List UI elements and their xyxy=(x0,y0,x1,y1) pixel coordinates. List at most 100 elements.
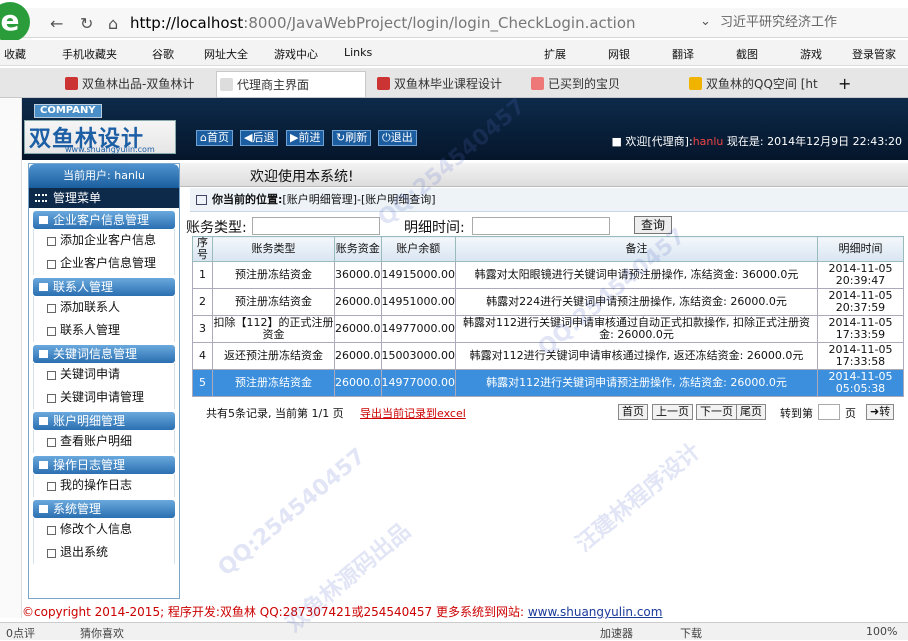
nav-home-button[interactable]: ⌂首页 xyxy=(196,130,233,146)
status-download[interactable]: 下载 xyxy=(680,625,702,641)
back-icon[interactable]: ← xyxy=(50,14,63,33)
welcome-status: ■ 欢迎[代理商]:hanlu 现在是: 2014年12月9日 22:43:20 xyxy=(611,135,903,148)
cell-remark: 韩露对112进行关键词申请预注册操作, 冻结资金: 26000.0元 xyxy=(454,369,818,397)
menu-group-header[interactable]: 操作日志管理 xyxy=(33,456,175,474)
bookmark-item[interactable]: 手机收藏夹 xyxy=(62,46,117,62)
bookmark-item[interactable]: 截图 xyxy=(736,46,758,62)
tab-item-active[interactable]: 代理商主界面 xyxy=(216,71,366,97)
status-comments[interactable]: 0点评 xyxy=(6,625,35,641)
cell-remark: 韩露对太阳眼镜进行关键词申请预注册操作, 冻结资金: 36000.0元 xyxy=(454,261,818,289)
nav-forward-button[interactable]: ▶前进 xyxy=(286,130,325,146)
tab-item[interactable]: 双鱼林的QQ空间 [ht xyxy=(686,71,826,97)
menu-item[interactable]: 退出系统 xyxy=(33,541,175,564)
export-excel-link[interactable]: 导出当前记录到excel xyxy=(360,405,466,421)
cell-balance: 14977000.00 xyxy=(380,315,456,343)
cell-time: 2014-11-05 20:39:47 xyxy=(816,261,904,289)
menu-item[interactable]: 添加企业客户信息 xyxy=(33,229,175,252)
breadcrumb: 你当前的位置:[账户明细管理]-[账户明细查询] xyxy=(190,188,908,212)
bookmark-item[interactable]: 游戏中心 xyxy=(274,46,318,62)
table-row[interactable]: 4 返还预注册冻结资金 26000.0 15003000.00 韩露对112进行关键词申… xyxy=(192,342,904,370)
menu-title: 管理菜单 xyxy=(29,188,179,208)
bookmark-item[interactable]: 谷歌 xyxy=(152,46,174,62)
menu-group-header[interactable]: 账户明细管理 xyxy=(33,412,175,430)
current-user-banner: 当前用户: hanlu xyxy=(29,164,179,188)
site-link[interactable]: www.shuangyulin.com xyxy=(528,605,663,619)
watermark: QQ:254540457 xyxy=(213,443,371,582)
status-like[interactable]: 猜你喜欢 xyxy=(80,625,124,641)
prev-page-button[interactable]: 上一页 xyxy=(652,404,693,420)
menu-item[interactable]: 添加联系人 xyxy=(33,296,175,319)
footer: ©copyright 2014-2015; 程序开发:双鱼林 QQ:287307… xyxy=(22,602,908,622)
dropdown-icon[interactable]: ⌄ xyxy=(700,14,711,29)
bookmark-item[interactable]: 网银 xyxy=(608,46,630,62)
menu-group-header[interactable]: 关键词信息管理 xyxy=(33,345,175,363)
menu-item[interactable]: 修改个人信息 xyxy=(33,518,175,541)
menu-item[interactable]: 查看账户明细 xyxy=(33,430,175,453)
cell-type: 返还预注册冻结资金 xyxy=(212,342,335,370)
url-host: http://localhost xyxy=(130,14,244,32)
table-row[interactable]: 3 扣除【112】的正式注册资金 26000.0 14977000.00 韩露对112进… xyxy=(192,315,904,343)
tab-item[interactable]: 双鱼林毕业课程设计 xyxy=(374,71,524,97)
menu-group: 操作日志管理 我的操作日志 xyxy=(33,456,175,497)
first-page-button[interactable]: 首页 xyxy=(618,404,648,420)
tab-label: 双鱼林出品-双鱼林计 xyxy=(82,77,195,91)
new-tab-icon[interactable]: + xyxy=(838,74,851,93)
next-page-button[interactable]: 下一页 xyxy=(696,404,737,420)
tab-item[interactable]: 已买到的宝贝 xyxy=(528,71,674,97)
cell-index: 5 xyxy=(192,369,213,397)
last-page-button[interactable]: 尾页 xyxy=(736,404,766,420)
page-number-field[interactable] xyxy=(818,404,840,420)
bookmark-item[interactable]: 翻译 xyxy=(672,46,694,62)
welcome-text: 欢迎使用本系统! xyxy=(250,169,354,185)
bookmark-item[interactable]: 登录管家 xyxy=(852,46,896,62)
bookmark-item[interactable]: 扩展 xyxy=(544,46,566,62)
bookmark-item[interactable]: Links xyxy=(344,46,372,59)
home-icon[interactable]: ⌂ xyxy=(108,14,118,33)
menu-group-header[interactable]: 企业客户信息管理 xyxy=(33,211,175,229)
goto-button[interactable]: ➜转 xyxy=(866,404,895,420)
nav-back-button[interactable]: ◀后退 xyxy=(240,130,279,146)
cell-time: 2014-11-05 20:37:59 xyxy=(816,288,904,316)
table-row[interactable]: 2 预注册冻结资金 26000.0 14951000.00 韩露对224进行关键词申请预… xyxy=(192,288,904,316)
column-header: 备注 xyxy=(454,236,818,262)
menu-item[interactable]: 我的操作日志 xyxy=(33,474,175,497)
table-row[interactable]: 1 预注册冻结资金 36000.0 14915000.00 韩露对太阳眼镜进行关键词申请… xyxy=(192,261,904,289)
menu-item[interactable]: 关键词申请管理 xyxy=(33,386,175,409)
left-rail xyxy=(0,98,22,618)
search-input[interactable]: 习近平研究经济工作 xyxy=(720,13,908,33)
nav-refresh-button[interactable]: ↻刷新 xyxy=(332,130,372,146)
current-username: hanlu xyxy=(692,135,724,148)
bookmark-item[interactable]: 网址大全 xyxy=(204,46,248,62)
menu-group-header[interactable]: 联系人管理 xyxy=(33,278,175,296)
tab-item[interactable]: 双鱼林出品-双鱼林计 xyxy=(62,71,212,97)
page-icon xyxy=(220,78,233,91)
url-field[interactable]: http://localhost:8000/JavaWebProject/log… xyxy=(130,12,650,34)
status-accelerator[interactable]: 加速器 xyxy=(600,625,633,641)
menu-item[interactable]: 企业客户信息管理 xyxy=(33,252,175,275)
type-field[interactable] xyxy=(252,217,380,235)
cell-type: 预注册冻结资金 xyxy=(212,288,335,316)
column-header: 账户余额 xyxy=(380,236,456,262)
bookmark-item[interactable]: 收藏 xyxy=(4,46,26,62)
cell-amount: 26000.0 xyxy=(334,288,382,316)
menu-item[interactable]: 关键词申请 xyxy=(33,363,175,386)
filter-type-label: 账务类型: xyxy=(186,220,247,236)
zoom-level[interactable]: 100% xyxy=(866,625,897,638)
sidebar: 当前用户: hanlu 管理菜单 企业客户信息管理 添加企业客户信息 企业客户信… xyxy=(28,163,180,599)
cell-balance: 14951000.00 xyxy=(380,288,456,316)
nav-logout-button[interactable]: ⏻退出 xyxy=(378,130,417,146)
time-field[interactable] xyxy=(472,217,610,235)
tab-label: 已买到的宝贝 xyxy=(548,77,621,91)
menu-group-header[interactable]: 系统管理 xyxy=(33,500,175,518)
bookmark-item[interactable]: 游戏 xyxy=(800,46,822,62)
reload-icon[interactable]: ↻ xyxy=(80,14,93,33)
goto-label: 转到第 xyxy=(780,407,813,420)
location-icon xyxy=(196,195,207,205)
table-row-selected[interactable]: 5 预注册冻结资金 26000.0 14977000.00 韩露对112进行关键词申请预… xyxy=(192,369,904,397)
pager-info: 共有5条记录, 当前第 1/1 页 xyxy=(206,407,344,420)
copyright-text: ©copyright 2014-2015; 程序开发:双鱼林 QQ:287307… xyxy=(22,605,528,619)
query-button[interactable]: 查询 xyxy=(634,216,673,234)
menu-item[interactable]: 联系人管理 xyxy=(33,319,175,342)
tab-label: 双鱼林的QQ空间 [ht xyxy=(706,77,818,91)
cell-index: 2 xyxy=(192,288,213,316)
